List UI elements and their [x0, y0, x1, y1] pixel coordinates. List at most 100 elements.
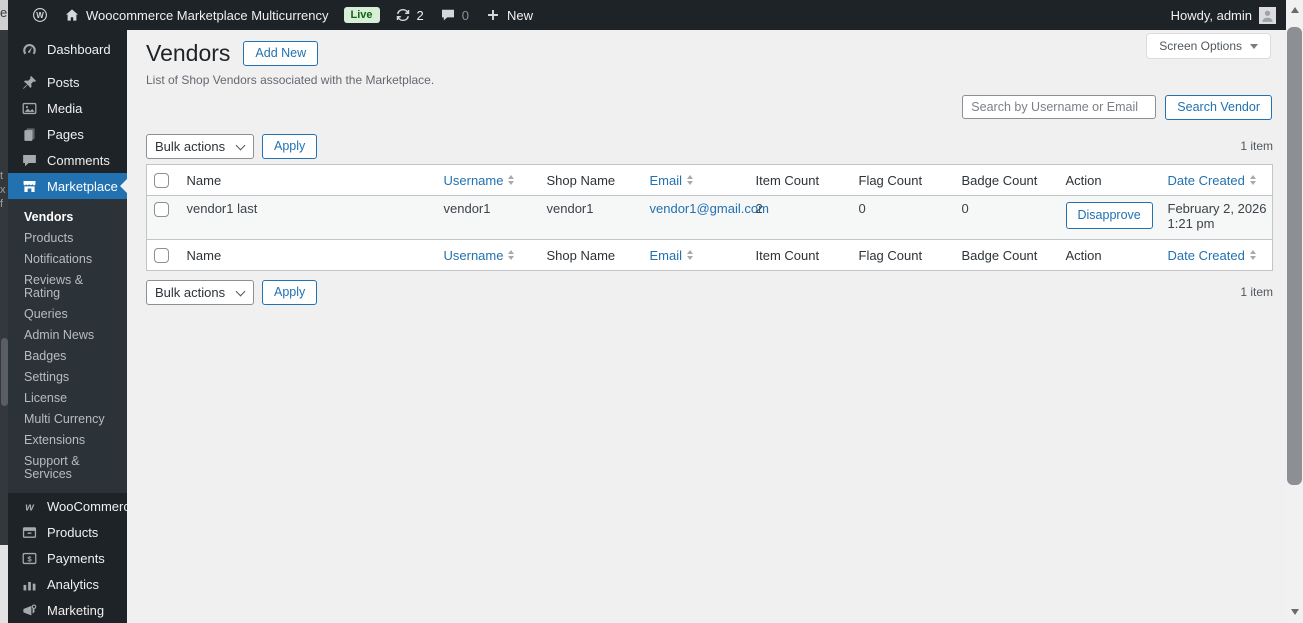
update-count: 2: [416, 7, 424, 23]
update-icon: [395, 7, 411, 23]
sidebar-subitem-notifications[interactable]: Notifications: [8, 249, 127, 270]
column-footer-email: Email: [649, 247, 683, 263]
table-header-row: Name Username Shop Name Email Item Count…: [146, 164, 1273, 197]
screen-options-button[interactable]: Screen Options: [1146, 33, 1271, 59]
item-count-bottom: 1 item: [1240, 285, 1273, 300]
date-line-2: 1:21 pm: [1167, 215, 1215, 231]
live-environment-badge: Live: [343, 7, 380, 23]
sidebar-item-posts[interactable]: Posts: [8, 69, 127, 95]
sidebar-item-payments[interactable]: $ Payments: [8, 545, 127, 571]
scroll-down-button[interactable]: [1286, 604, 1303, 619]
sidebar-item-label: Comments: [47, 152, 110, 168]
scrollbar-thumb[interactable]: [1287, 27, 1302, 485]
vertical-scrollbar[interactable]: [1286, 0, 1303, 623]
sort-email-link-footer[interactable]: Email: [650, 248, 694, 263]
sidebar-item-media[interactable]: Media: [8, 95, 127, 121]
cell-email-link[interactable]: vendor1@gmail.com: [650, 201, 769, 216]
cell-name: vendor1 last: [176, 195, 434, 240]
apply-button-bottom[interactable]: Apply: [262, 279, 318, 305]
avatar[interactable]: [1259, 6, 1276, 24]
updates-menu[interactable]: 2: [387, 0, 432, 30]
sidebar-item-dashboard[interactable]: Dashboard: [8, 36, 127, 63]
edge-artifact-letter: t: [0, 170, 4, 182]
sidebar-item-label: Pages: [47, 126, 84, 142]
wordpress-menu[interactable]: W: [8, 0, 56, 30]
bulk-actions-select[interactable]: Bulk actions: [146, 133, 254, 159]
background-page-edge-artifact: e t x f: [0, 0, 8, 623]
column-footer-date-created: Date Created: [1167, 247, 1245, 263]
column-header-flag-count: Flag Count: [858, 172, 923, 188]
search-vendor-button[interactable]: Search Vendor: [1165, 94, 1272, 120]
column-footer-name: Name: [186, 247, 222, 263]
scroll-up-button[interactable]: [1286, 2, 1303, 17]
sort-date-created-link[interactable]: Date Created: [1168, 173, 1256, 188]
column-header-email: Email: [649, 172, 683, 188]
sidebar-item-analytics[interactable]: Analytics: [8, 571, 127, 597]
sort-username-link-footer[interactable]: Username: [444, 248, 515, 263]
pushpin-icon: [21, 74, 38, 91]
sidebar-item-comments[interactable]: Comments: [8, 147, 127, 173]
site-name: Woocommerce Marketplace Multicurrency: [86, 7, 329, 23]
new-content-menu[interactable]: New: [477, 0, 541, 30]
apply-button[interactable]: Apply: [262, 133, 318, 159]
cell-item-count: 2: [745, 195, 849, 240]
sidebar-subitem-license[interactable]: License: [8, 388, 127, 409]
add-new-button[interactable]: Add New: [243, 41, 319, 66]
comments-icon: [21, 152, 38, 169]
vendors-table: Name Username Shop Name Email Item Count…: [146, 164, 1273, 272]
sidebar-subitem-products[interactable]: Products: [8, 228, 127, 249]
disapprove-button[interactable]: Disapprove: [1065, 202, 1153, 230]
sidebar-subitem-reviews-rating[interactable]: Reviews & Rating: [8, 270, 127, 304]
site-menu[interactable]: Woocommerce Marketplace Multicurrency: [56, 0, 337, 30]
row-checkbox[interactable]: [154, 202, 169, 218]
select-all-checkbox[interactable]: [154, 173, 169, 189]
sort-username-link[interactable]: Username: [444, 173, 515, 188]
comment-count: 0: [461, 7, 469, 23]
plus-icon: [485, 7, 501, 23]
edge-artifact-letter: e: [0, 0, 8, 30]
page-title: Vendors: [146, 40, 231, 66]
woocommerce-icon: w: [21, 498, 38, 515]
current-menu-arrow: [113, 179, 127, 193]
sidebar-subitem-queries[interactable]: Queries: [8, 304, 127, 325]
comments-menu[interactable]: 0: [432, 0, 477, 30]
sidebar-item-label: Dashboard: [47, 42, 111, 57]
sidebar-subitem-settings[interactable]: Settings: [8, 367, 127, 388]
column-footer-flag-count: Flag Count: [858, 247, 923, 263]
sort-date-created-link-footer[interactable]: Date Created: [1168, 248, 1256, 263]
sidebar-subitem-multi-currency[interactable]: Multi Currency: [8, 409, 127, 430]
column-footer-username: Username: [443, 247, 504, 263]
sidebar-subitem-vendors[interactable]: Vendors: [8, 207, 127, 228]
column-header-item-count: Item Count: [755, 172, 820, 188]
bulk-actions-select-bottom[interactable]: Bulk actions: [146, 279, 254, 305]
wordpress-logo-icon: W: [32, 7, 48, 23]
svg-text:W: W: [36, 11, 44, 20]
main-content: Screen Options Vendors Add New List of S…: [127, 30, 1286, 623]
sidebar-item-woocommerce[interactable]: w WooCommerce: [8, 493, 137, 519]
sidebar-item-pages[interactable]: Pages: [8, 121, 127, 147]
sidebar-subitem-support-services[interactable]: Support & Services: [8, 451, 127, 485]
marketplace-submenu: Vendors Products Notifications Reviews &…: [8, 199, 127, 493]
analytics-icon: [21, 576, 38, 593]
admin-sidebar: Dashboard Posts Media Pages Comments Mar…: [8, 30, 137, 623]
sidebar-item-marketing[interactable]: Marketing: [8, 597, 127, 623]
sidebar-subitem-admin-news[interactable]: Admin News: [8, 325, 127, 346]
sidebar-subitem-badges[interactable]: Badges: [8, 346, 127, 367]
edge-artifact-letter: f: [0, 198, 4, 210]
sidebar-item-products[interactable]: Products: [8, 519, 127, 545]
column-header-date-created: Date Created: [1167, 172, 1245, 188]
sidebar-subitem-extensions[interactable]: Extensions: [8, 430, 127, 451]
pages-icon: [21, 126, 38, 143]
sort-arrows-icon: [687, 175, 694, 186]
column-footer-shop-name: Shop Name: [546, 247, 616, 263]
item-count: 1 item: [1240, 139, 1273, 153]
search-input[interactable]: [962, 95, 1157, 119]
howdy-text[interactable]: Howdy, admin: [1171, 8, 1252, 23]
sidebar-item-marketplace[interactable]: Marketplace: [8, 173, 127, 199]
wordpress-admin-screen: e t x f W Woocommerce Marketplace Multic…: [0, 0, 1303, 623]
svg-text:$: $: [27, 554, 32, 563]
sort-email-link[interactable]: Email: [650, 173, 694, 188]
chevron-down-icon: [1250, 43, 1258, 49]
select-all-checkbox-footer[interactable]: [154, 248, 169, 264]
sort-arrows-icon: [687, 250, 694, 261]
